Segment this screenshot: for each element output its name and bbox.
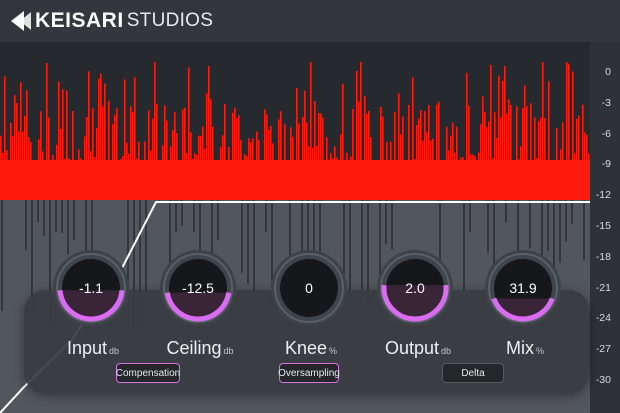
output-value: 2.0 [405,280,425,296]
db-tick-label: -12 [595,189,611,202]
knee-label: Knee % [256,338,366,360]
plugin-window: KEISARI STUDIOS 0 -3 -6 -9 -12 -15 -18 -21 -24 -2… [0,0,620,413]
delta-button[interactable]: Delta [442,363,504,383]
input-label-text: Input [66,338,108,358]
k-triangle-logo-icon [11,11,31,31]
db-tick-label: -6 [601,127,611,140]
brand-name: KEISARI [35,9,124,32]
knee-value: 0 [305,280,313,296]
output-knob[interactable]: 2.0 [377,250,453,326]
db-tick-label: -27 [595,343,611,356]
output-unit: db [441,346,452,356]
brand-suffix: STUDIOS [126,10,214,31]
ceiling-label: Ceiling db [145,338,255,360]
output-label: Output db [363,338,473,360]
input-unit: db [109,346,120,356]
db-tick-label: -15 [595,220,611,232]
brand-logo: KEISARI STUDIOS [10,9,213,33]
knee-label-text: Knee [284,338,328,358]
db-tick-label: -30 [595,374,611,386]
db-meter-scale: 0 -3 -6 -9 -12 -15 -18 -21 -24 -27 -30 [590,42,620,413]
output-label-text: Output [384,338,440,358]
ceiling-value: -12.5 [182,280,214,296]
db-tick-label: -18 [595,250,611,263]
oversampling-button[interactable]: Oversampling [278,363,340,383]
header-bar: KEISARI STUDIOS [0,0,620,42]
mix-label-text: Mix [505,338,534,358]
ceiling-label-text: Ceiling [166,338,222,358]
mix-value: 31.9 [509,280,537,296]
compensation-button[interactable]: Compensation [116,363,180,383]
input-knob[interactable]: -1.1 [53,250,129,326]
mix-knob[interactable]: 31.9 [485,250,561,326]
db-tick-label: 0 [605,66,611,78]
db-tick-label: -21 [595,281,611,294]
db-tick-label: -3 [601,96,611,109]
ceiling-knob[interactable]: -12.5 [160,250,236,326]
input-label: Input db [38,338,148,360]
knee-unit: % [329,346,338,356]
db-tick-label: -9 [601,158,611,171]
mix-label: Mix % [470,338,580,360]
mix-unit: % [535,346,544,356]
ceiling-unit: db [223,346,234,356]
knee-knob[interactable]: 0 [271,250,347,326]
input-value: -1.1 [78,280,104,296]
db-tick-label: -24 [595,312,611,325]
